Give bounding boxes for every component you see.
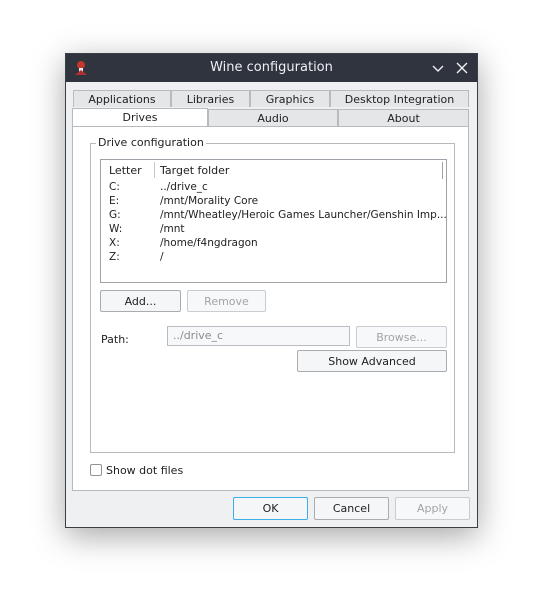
column-header-target[interactable]: Target folder (160, 164, 229, 177)
list-item[interactable]: W: /mnt (101, 223, 446, 237)
remove-drive-button[interactable]: Remove (187, 290, 266, 312)
tab-desktop-integration[interactable]: Desktop Integration (330, 90, 469, 107)
drive-target: /mnt/Morality Core (160, 195, 259, 207)
add-drive-button[interactable]: Add... (100, 290, 181, 312)
list-header: Letter Target folder (101, 160, 446, 179)
path-label: Path: (101, 333, 129, 346)
chevron-down-icon[interactable] (429, 59, 447, 77)
tab-graphics[interactable]: Graphics (250, 90, 330, 107)
drive-configuration-group: Drive configuration Letter Target folder… (90, 136, 455, 453)
drives-panel: Drive configuration Letter Target folder… (72, 126, 469, 491)
drive-target: /mnt (160, 223, 185, 235)
wine-config-window: Wine configuration Applications Librarie… (65, 53, 478, 528)
drive-target: /home/f4ngdragon (160, 237, 258, 249)
tab-applications[interactable]: Applications (73, 90, 171, 107)
drive-target: / (160, 251, 164, 263)
list-item[interactable]: X: /home/f4ngdragon (101, 237, 446, 251)
show-dot-files-checkbox[interactable] (90, 464, 102, 476)
cancel-button[interactable]: Cancel (314, 497, 389, 520)
drive-target: /mnt/Wheatley/Heroic Games Launcher/Gens… (160, 209, 447, 221)
list-item[interactable]: E: /mnt/Morality Core (101, 195, 446, 209)
drive-letter: C: (109, 181, 120, 193)
group-title: Drive configuration (96, 136, 206, 149)
column-separator[interactable] (154, 162, 155, 178)
apply-button[interactable]: Apply (395, 497, 470, 520)
close-icon[interactable] (453, 59, 471, 77)
tab-about[interactable]: About (338, 109, 469, 126)
show-dot-files-label[interactable]: Show dot files (106, 464, 183, 477)
drive-list[interactable]: Letter Target folder C: ../drive_c E: /m… (100, 159, 447, 283)
drive-letter: W: (109, 223, 123, 235)
column-header-letter[interactable]: Letter (109, 164, 142, 177)
tab-drives[interactable]: Drives (72, 108, 208, 127)
drive-letter: Z: (109, 251, 120, 263)
drive-letter: G: (109, 209, 121, 221)
path-field[interactable]: ../drive_c (167, 326, 350, 346)
window-title: Wine configuration (210, 60, 333, 75)
browse-button[interactable]: Browse... (356, 326, 447, 348)
drive-letter: E: (109, 195, 120, 207)
tab-libraries[interactable]: Libraries (171, 90, 250, 107)
ok-button[interactable]: OK (233, 497, 308, 520)
drive-letter: X: (109, 237, 120, 249)
list-item[interactable]: Z: / (101, 251, 446, 265)
list-item[interactable]: C: ../drive_c (101, 181, 446, 195)
drive-target: ../drive_c (160, 181, 208, 193)
show-advanced-button[interactable]: Show Advanced (297, 350, 447, 372)
title-bar[interactable]: Wine configuration (66, 54, 477, 82)
list-item[interactable]: G: /mnt/Wheatley/Heroic Games Launcher/G… (101, 209, 447, 223)
tab-audio[interactable]: Audio (208, 109, 338, 126)
scrollbar[interactable] (442, 162, 443, 179)
